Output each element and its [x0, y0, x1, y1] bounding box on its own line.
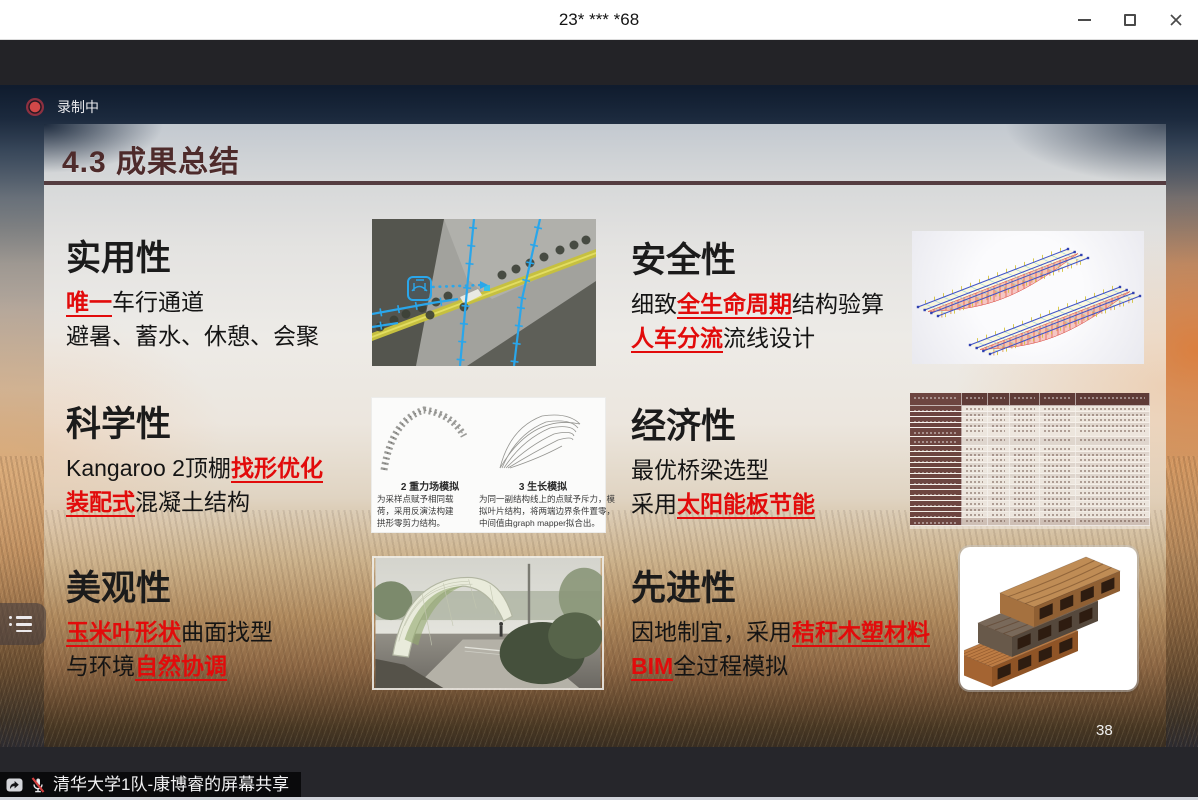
- agenda-side-tab[interactable]: [0, 603, 46, 645]
- text-span: 采用: [631, 491, 677, 517]
- slide-text-line: 因地制宜，采用秸秆木塑材料: [631, 615, 930, 649]
- text-span: 混凝土结构: [135, 489, 250, 515]
- close-icon: [1169, 13, 1183, 27]
- text-span: 流线设计: [723, 325, 815, 351]
- section-economy: 经济性 最优桥梁选型采用太阳能板节能: [631, 404, 815, 521]
- section-safety: 安全性 细致全生命周期结构验算人车分流流线设计: [631, 238, 884, 355]
- wood-plastic-material-image: [960, 547, 1137, 690]
- table-header-row: [910, 393, 1150, 406]
- window-controls: [1076, 0, 1184, 40]
- sim-caption-left: 2 重力场模拟: [382, 478, 478, 493]
- minimize-icon: [1078, 19, 1091, 21]
- slide-text-line: 避暑、蓄水、休憩、会聚: [66, 319, 319, 353]
- section-heading: 科学性: [66, 402, 323, 448]
- sim-caption-right: 3 生长模拟: [488, 478, 598, 493]
- section-science: 科学性 Kangaroo 2顶棚找形优化装配式混凝土结构: [66, 402, 323, 519]
- section-aesthetics: 美观性 玉米叶形状曲面找型与环境自然协调: [66, 566, 273, 683]
- text-span: 避暑、蓄水、休憩、会聚: [66, 323, 319, 349]
- slide-text-line: 玉米叶形状曲面找型: [66, 615, 273, 649]
- aerial-map-svg: [372, 219, 596, 366]
- section-heading: 经济性: [631, 404, 815, 450]
- recording-dot-icon: [26, 98, 44, 116]
- list-icon: [16, 630, 46, 633]
- slide-text-line: 采用太阳能板节能: [631, 487, 815, 521]
- figure-caption-line: 中间值由graph mapper拟合出。: [479, 517, 615, 529]
- table-total-row: [910, 518, 1150, 526]
- text-span: Kangaroo 2顶棚: [66, 455, 231, 481]
- text-span: BIM: [631, 653, 673, 681]
- slide-text-line: Kangaroo 2顶棚找形优化: [66, 451, 323, 485]
- maximize-icon: [1124, 14, 1136, 26]
- figure-caption-line: 为同一副结构线上的点赋予斥力，模: [479, 493, 615, 505]
- section-practicality: 实用性 唯一车行通道避暑、蓄水、休憩、会聚: [66, 236, 319, 353]
- text-span: 找形优化: [231, 455, 323, 483]
- figure-caption-line: 拟叶片结构，将两端边界条件置零，: [479, 505, 615, 517]
- section-heading: 先进性: [631, 566, 930, 612]
- screen-share-icon: [6, 777, 23, 793]
- text-span: 因地制宜，采用: [631, 619, 792, 645]
- text-span: 秸秆木塑材料: [792, 619, 930, 647]
- share-banner-label: 清华大学1队-康博睿的屏幕共享: [53, 772, 289, 797]
- muted-mic-icon: [29, 776, 47, 794]
- structure-svg: [912, 231, 1144, 364]
- shared-screen-area: 录制中 4.3 成果总结 实用性 唯一车行通道避暑、蓄水、休憩、会聚 科学性 K…: [0, 85, 1198, 747]
- screen-share-badge[interactable]: 清华大学1队-康博睿的屏幕共享: [0, 772, 301, 797]
- text-span: 玉米叶形状: [66, 619, 181, 647]
- slide-text-line: 与环境自然协调: [66, 649, 273, 683]
- text-span: 装配式: [66, 489, 135, 517]
- aerial-map-image: [372, 219, 596, 366]
- cost-table-image: [910, 393, 1150, 529]
- table-row: [910, 428, 1150, 437]
- figure-caption-line: 拱形零剪力结构。: [377, 517, 454, 529]
- list-icon: [9, 623, 46, 626]
- text-span: 车行通道: [112, 289, 204, 315]
- simulation-diagram: 2 重力场模拟 3 生长模拟 为采样点赋予相同载荷，采用反演法构建拱形零剪力结构…: [371, 397, 606, 533]
- figure-caption-line: 荷，采用反演法构建: [377, 505, 454, 517]
- minimize-button[interactable]: [1076, 12, 1092, 28]
- page-number: 38: [1096, 722, 1113, 739]
- sim-text-right: 为同一副结构线上的点赋予斥力，模拟叶片结构，将两端边界条件置零，中间值由grap…: [479, 493, 615, 529]
- slide-text-line: 装配式混凝土结构: [66, 485, 323, 519]
- slide-title: 4.3 成果总结: [62, 137, 240, 181]
- pavilion-svg: [374, 558, 602, 688]
- slide-text-line: 细致全生命周期结构验算: [631, 287, 884, 321]
- pavilion-render-image: [372, 556, 604, 690]
- recording-label: 录制中: [57, 97, 99, 117]
- structural-analysis-image: [912, 231, 1144, 364]
- wood-boards-svg: [964, 553, 1134, 687]
- text-span: 全过程模拟: [673, 653, 788, 679]
- close-button[interactable]: [1168, 12, 1184, 28]
- text-span: 结构验算: [792, 291, 884, 317]
- text-span: 曲面找型: [181, 619, 273, 645]
- window-titlebar: 23* *** *68: [0, 0, 1198, 40]
- text-span: 唯一: [66, 289, 112, 317]
- text-span: 太阳能板节能: [677, 491, 815, 519]
- list-icon: [9, 616, 46, 619]
- table-row: [910, 437, 1150, 446]
- text-span: 最优桥梁选型: [631, 457, 769, 483]
- presentation-slide: 4.3 成果总结 实用性 唯一车行通道避暑、蓄水、休憩、会聚 科学性 Kanga…: [44, 124, 1166, 747]
- window-title: 23* *** *68: [0, 0, 1198, 39]
- section-advancement: 先进性 因地制宜，采用秸秆木塑材料BIM全过程模拟: [631, 566, 930, 683]
- slide-text-line: BIM全过程模拟: [631, 649, 930, 683]
- text-span: 细致: [631, 291, 677, 317]
- sim-text-left: 为采样点赋予相同载荷，采用反演法构建拱形零剪力结构。: [377, 493, 454, 529]
- text-span: 与环境: [66, 653, 135, 679]
- slide-text-line: 最优桥梁选型: [631, 453, 815, 487]
- text-span: 全生命周期: [677, 291, 792, 319]
- simulation-sketches: [372, 398, 605, 476]
- figure-caption-line: 为采样点赋予相同载: [377, 493, 454, 505]
- maximize-button[interactable]: [1122, 12, 1138, 28]
- recording-indicator: 录制中: [26, 97, 99, 117]
- text-span: 人车分流: [631, 325, 723, 353]
- slide-text-line: 人车分流流线设计: [631, 321, 884, 355]
- section-heading: 实用性: [66, 236, 319, 282]
- section-heading: 安全性: [631, 238, 884, 284]
- section-heading: 美观性: [66, 566, 273, 612]
- slide-text-line: 唯一车行通道: [66, 285, 319, 319]
- text-span: 自然协调: [135, 653, 227, 681]
- title-divider: [44, 181, 1166, 185]
- bottom-band: 清华大学1队-康博睿的屏幕共享: [0, 747, 1198, 800]
- meeting-toolbar: [0, 40, 1198, 85]
